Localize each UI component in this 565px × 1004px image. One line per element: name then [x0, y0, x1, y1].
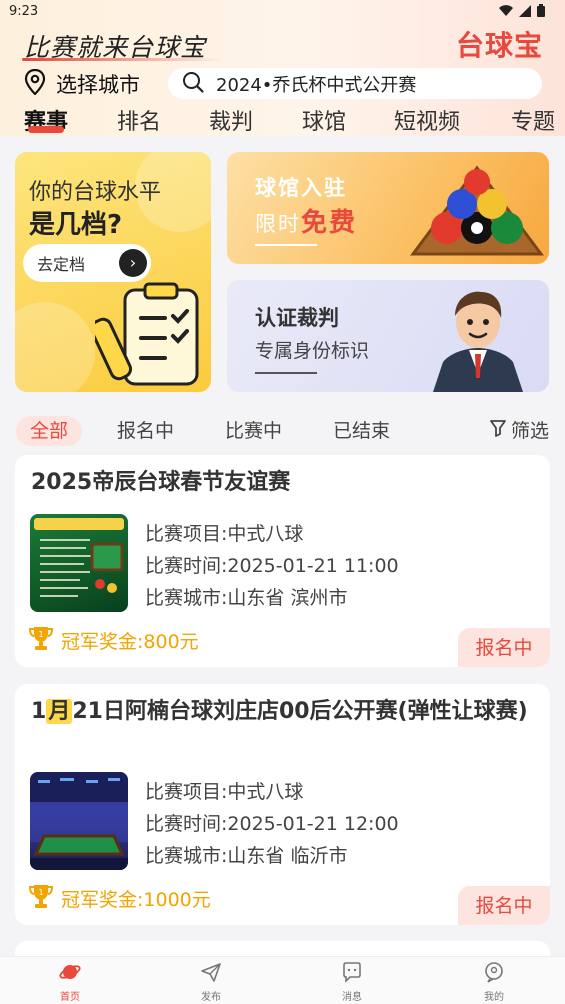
banner-level-line1: 你的台球水平: [29, 180, 162, 205]
battery-icon: [537, 4, 545, 21]
event-title-highlight: 月: [46, 699, 73, 724]
decor-ball: [15, 302, 95, 392]
event-prize-text: 冠军奖金:800元: [61, 631, 199, 653]
nav-publish-label: 发布: [201, 992, 221, 1003]
event-prize-text: 冠军奖金:1000元: [61, 889, 211, 911]
event-venue-photo: [30, 772, 128, 870]
slogan-underline: [22, 58, 222, 61]
status-filter-bar: 全部 报名中 比赛中 已结束 筛选: [0, 414, 565, 448]
nav-publish[interactable]: 发布: [181, 961, 241, 1003]
status-bar: 9:23: [0, 0, 565, 24]
nav-home-label: 首页: [60, 992, 80, 1003]
nav-profile[interactable]: 我的: [464, 961, 524, 1003]
planet-icon: [40, 961, 100, 986]
event-time: 比赛时间:2025-01-21 11:00: [145, 555, 399, 577]
brand-logo: 台球宝: [455, 29, 543, 62]
filter-button[interactable]: 筛选: [489, 416, 549, 446]
banner-venue-prefix: 限时: [255, 212, 301, 236]
chat-bubble-icon: [322, 961, 382, 986]
city-selector[interactable]: 选择城市: [24, 68, 140, 100]
event-prize: 1 冠军奖金:800元: [28, 625, 199, 656]
tab-referee[interactable]: 裁判: [209, 104, 253, 136]
referee-cert-banner[interactable]: 认证裁判 专属身份标识: [227, 280, 549, 392]
event-city: 比赛城市:山东省 滨州市: [145, 587, 348, 609]
event-card[interactable]: 2025帝辰台球春节友谊赛 比赛项目:中式八球 比赛时间:2025-01-21 …: [15, 455, 550, 667]
event-status-badge: 报名中: [458, 628, 550, 667]
banner-venue-underline: [255, 244, 317, 246]
banner-referee-line2: 专属身份标识: [255, 340, 370, 362]
funnel-icon: [489, 416, 507, 446]
svg-text:1: 1: [38, 888, 43, 897]
banner-level-line2: 是几档?: [29, 210, 123, 240]
event-project: 比赛项目:中式八球: [145, 781, 304, 803]
event-card[interactable]: 1月21日阿楠台球刘庄店00后公开赛(弹性让球赛) 比赛项目:中式八球 比赛时间…: [15, 684, 550, 925]
bottom-nav: 首页 发布 消息 我的: [0, 956, 565, 1004]
venue-join-banner[interactable]: 球馆入驻 限时免费: [227, 152, 549, 264]
chevron-right-icon: ›: [119, 249, 147, 277]
set-level-button[interactable]: 去定档 ›: [23, 244, 151, 282]
signal-icon: [519, 4, 531, 21]
nav-home[interactable]: 首页: [40, 961, 100, 1003]
billiard-balls-rack-icon: [407, 162, 547, 264]
event-title-part: 1: [31, 699, 47, 724]
search-icon: [182, 71, 204, 97]
filter-all[interactable]: 全部: [16, 416, 83, 446]
event-status-badge: 报名中: [458, 886, 550, 925]
banner-referee-line1: 认证裁判: [255, 306, 339, 330]
event-time: 比赛时间:2025-01-21 12:00: [145, 813, 399, 835]
clipboard-check-icon: [89, 282, 205, 392]
trophy-icon: 1: [28, 625, 54, 656]
event-poster-image: [30, 514, 128, 612]
user-bubble-icon: [464, 961, 524, 986]
tab-ranking[interactable]: 排名: [117, 104, 161, 136]
skill-level-banner[interactable]: 你的台球水平 是几档? 去定档 ›: [15, 152, 211, 392]
location-pin-icon: [24, 68, 46, 100]
tab-topics[interactable]: 专题: [511, 104, 555, 136]
event-project: 比赛项目:中式八球: [145, 523, 304, 545]
header: 9:23 比赛就来台球宝 台球宝 选择城市 2024•乔氏杯中式公开赛 赛事 排…: [0, 0, 565, 136]
trophy-icon: 1: [28, 883, 54, 914]
event-info: 比赛项目:中式八球 比赛时间:2025-01-21 12:00 比赛城市:山东省…: [145, 776, 399, 872]
banner-venue-line1: 球馆入驻: [255, 176, 347, 200]
filter-finished[interactable]: 已结束: [333, 416, 390, 446]
tab-short-video[interactable]: 短视频: [394, 104, 460, 136]
event-title: 2025帝辰台球春节友谊赛: [31, 470, 291, 495]
filter-label: 筛选: [510, 420, 549, 442]
svg-text:1: 1: [38, 630, 43, 639]
search-text: 2024•乔氏杯中式公开赛: [216, 74, 417, 96]
city-label: 选择城市: [56, 73, 140, 97]
wifi-icon: [499, 4, 513, 21]
tab-venue[interactable]: 球馆: [302, 104, 346, 136]
paper-plane-icon: [181, 961, 241, 986]
filter-registering[interactable]: 报名中: [117, 416, 174, 446]
search-bar[interactable]: 2024•乔氏杯中式公开赛: [168, 68, 542, 99]
tab-indicator: [28, 126, 64, 133]
nav-profile-label: 我的: [484, 992, 504, 1003]
set-level-label: 去定档: [37, 255, 86, 274]
filter-in-progress[interactable]: 比赛中: [225, 416, 282, 446]
banner-referee-underline: [255, 372, 317, 374]
event-city: 比赛城市:山东省 临沂市: [145, 845, 348, 867]
event-title: 1月21日阿楠台球刘庄店00后公开赛(弹性让球赛): [31, 697, 531, 727]
event-title-part: 21日阿楠台球刘庄店00后公开赛(弹性让球赛): [72, 699, 528, 724]
event-prize: 1 冠军奖金:1000元: [28, 883, 211, 914]
status-time: 9:23: [9, 4, 39, 19]
nav-messages-label: 消息: [342, 992, 362, 1003]
status-icons: [499, 4, 545, 21]
referee-avatar-icon: [423, 282, 533, 392]
banner-venue-free: 免费: [301, 208, 358, 238]
nav-messages[interactable]: 消息: [322, 961, 382, 1003]
event-info: 比赛项目:中式八球 比赛时间:2025-01-21 11:00 比赛城市:山东省…: [145, 518, 399, 614]
category-tabs: 赛事 排名 裁判 球馆 短视频 专题: [0, 104, 565, 136]
banner-venue-line2: 限时免费: [255, 202, 357, 239]
